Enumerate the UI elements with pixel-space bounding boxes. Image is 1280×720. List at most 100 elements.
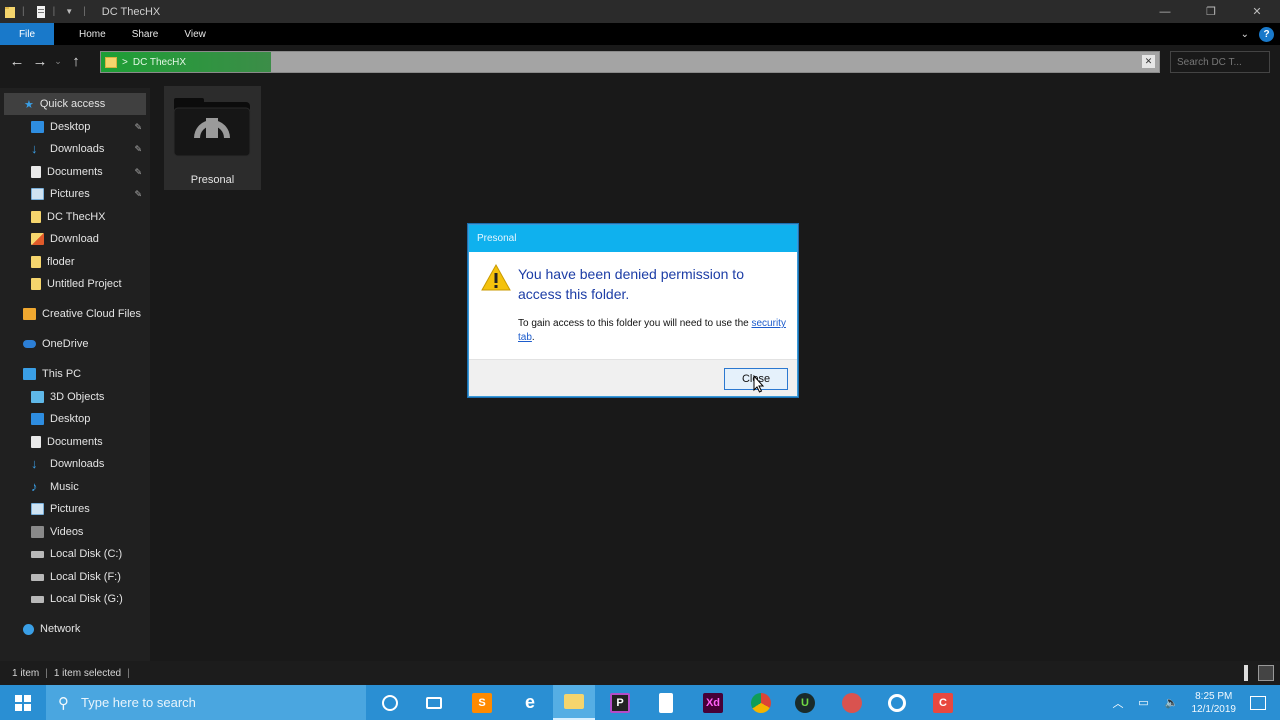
show-hidden-icons-icon[interactable]: ︿ xyxy=(1113,695,1124,711)
sidebar-item-label: Pictures xyxy=(50,503,90,515)
sidebar-item-download[interactable]: Download xyxy=(0,228,146,250)
task-view-icon[interactable] xyxy=(413,685,455,720)
sidebar-item-music[interactable]: ♪ Music xyxy=(0,476,146,498)
sidebar-item-desktop[interactable]: Desktop ✎ xyxy=(0,116,146,138)
item-count: 1 item xyxy=(12,667,40,679)
pin-icon[interactable]: ✎ xyxy=(134,122,142,133)
dialog-detail-text: To gain access to this folder you will n… xyxy=(518,318,749,329)
dialog-title: Presonal xyxy=(469,225,797,252)
upwork-icon[interactable]: U xyxy=(784,685,826,720)
sidebar-item-pc-desktop[interactable]: Desktop xyxy=(0,408,146,430)
sidebar-item-documents[interactable]: Documents ✎ xyxy=(0,161,146,183)
properties-icon[interactable] xyxy=(35,5,47,19)
sidebar-item-label: Desktop xyxy=(50,413,91,425)
back-button[interactable]: ← xyxy=(6,53,28,70)
camtasia-icon[interactable]: C xyxy=(922,685,964,720)
sidebar-item-3d-objects[interactable]: 3D Objects xyxy=(0,386,146,408)
desktop-icon xyxy=(31,413,44,425)
clock-time: 8:25 PM xyxy=(1195,690,1233,702)
sidebar-item-floder[interactable]: floder xyxy=(0,251,146,273)
forward-button[interactable]: → xyxy=(29,53,51,70)
tab-share[interactable]: Share xyxy=(119,23,172,45)
obs-icon[interactable] xyxy=(876,685,918,720)
taskbar-search-input[interactable]: ⚲ Type here to search xyxy=(46,685,366,720)
sidebar-item-pc-documents[interactable]: Documents xyxy=(0,431,146,453)
battery-icon[interactable]: ▭ xyxy=(1136,696,1152,710)
sidebar-item-videos[interactable]: Videos xyxy=(0,521,146,543)
drive-icon xyxy=(31,550,44,558)
sublime-text-icon[interactable]: S xyxy=(461,685,503,720)
sidebar-item-local-disk-f[interactable]: Local Disk (F:) xyxy=(0,566,146,588)
up-button[interactable]: ↑ xyxy=(65,53,87,70)
chrome-icon[interactable] xyxy=(740,685,782,720)
pin-icon[interactable]: ✎ xyxy=(134,189,142,200)
help-icon[interactable]: ? xyxy=(1259,26,1274,42)
edge-icon[interactable]: e xyxy=(509,685,551,720)
windows-icon xyxy=(15,694,31,711)
breadcrumb-current[interactable]: DC ThecHX xyxy=(133,57,186,68)
selected-count: 1 item selected xyxy=(53,667,122,679)
pin-icon[interactable]: ✎ xyxy=(134,144,142,155)
sidebar-item-pictures[interactable]: Pictures ✎ xyxy=(0,183,146,205)
sidebar-item-local-disk-c[interactable]: Local Disk (C:) xyxy=(0,543,146,565)
sidebar-item-downloads[interactable]: ↓ Downloads ✎ xyxy=(0,138,146,160)
minimize-button[interactable]: — xyxy=(1142,0,1188,23)
sidebar-item-label: Documents xyxy=(47,436,103,448)
volume-icon[interactable]: 🔈 xyxy=(1164,696,1180,710)
cortana-icon[interactable] xyxy=(369,685,411,720)
large-icons-view-button[interactable] xyxy=(1258,665,1274,681)
sidebar-item-onedrive[interactable]: OneDrive xyxy=(0,333,146,355)
customize-quick-access-icon[interactable]: ▼ xyxy=(65,7,73,16)
separator: | xyxy=(22,6,25,17)
deviantart-folder-icon xyxy=(173,98,251,157)
tab-home[interactable]: Home xyxy=(66,23,119,45)
document-icon xyxy=(31,166,41,178)
sidebar-item-pc-pictures[interactable]: Pictures xyxy=(0,498,146,520)
sidebar-item-label: Desktop xyxy=(50,121,91,133)
search-icon: ⚲ xyxy=(58,694,69,712)
sidebar-item-untitled-project[interactable]: Untitled Project xyxy=(0,273,146,295)
clock[interactable]: 8:25 PM 12/1/2019 xyxy=(1192,690,1237,716)
close-button[interactable]: ✕ xyxy=(1234,0,1280,23)
jetbrains-icon[interactable]: P xyxy=(599,685,641,720)
navigation-pane: ★ Quick access Desktop ✎ ↓ Downloads ✎ D… xyxy=(0,88,150,661)
cloud-icon xyxy=(23,340,36,348)
folder-icon xyxy=(31,256,41,268)
file-icon[interactable] xyxy=(645,685,687,720)
adobe-xd-icon[interactable]: Xd xyxy=(692,685,734,720)
sidebar-item-creative-cloud[interactable]: Creative Cloud Files xyxy=(0,303,146,325)
sidebar-item-label: Quick access xyxy=(39,98,106,110)
sidebar-item-network[interactable]: Network xyxy=(0,618,146,640)
folder-item[interactable]: Presonal xyxy=(164,86,261,190)
tab-view[interactable]: View xyxy=(171,23,219,45)
breadcrumb-separator: > xyxy=(122,56,128,68)
details-view-button[interactable] xyxy=(1244,665,1248,681)
tab-file[interactable]: File xyxy=(0,23,54,45)
sidebar-item-dc-thechx[interactable]: DC ThecHX xyxy=(0,206,146,228)
folder-icon xyxy=(105,56,117,68)
sidebar-item-quick-access[interactable]: ★ Quick access xyxy=(4,93,146,115)
ribbon-tabs: File Home Share View ⌄ ? xyxy=(0,23,1280,45)
chevron-down-icon[interactable]: ⌄ xyxy=(1241,29,1249,40)
maximize-button[interactable]: ❐ xyxy=(1188,0,1234,23)
sidebar-item-label: Downloads xyxy=(50,458,105,470)
folder-name: Presonal xyxy=(190,174,235,186)
notification-icon[interactable] xyxy=(1250,695,1266,710)
sidebar-item-label: 3D Objects xyxy=(50,391,105,403)
pin-icon[interactable]: ✎ xyxy=(134,167,142,178)
clock-date: 12/1/2019 xyxy=(1191,703,1237,715)
sidebar-item-pc-downloads[interactable]: ↓ Downloads xyxy=(0,453,146,475)
file-explorer-icon[interactable] xyxy=(553,685,595,720)
photos-icon[interactable] xyxy=(831,685,873,720)
sidebar-item-local-disk-g[interactable]: Local Disk (G:) xyxy=(0,588,146,610)
sidebar-item-label: Music xyxy=(50,481,79,493)
status-bar: 1 item | 1 item selected | xyxy=(0,661,1280,685)
dialog-detail-suffix: . xyxy=(531,332,535,343)
start-button[interactable] xyxy=(0,685,46,720)
recent-locations-button[interactable]: ⌄ xyxy=(51,56,65,67)
address-bar[interactable]: > DC ThecHX ✕ xyxy=(100,51,1160,73)
clear-address-button[interactable]: ✕ xyxy=(1142,55,1155,68)
sidebar-item-this-pc[interactable]: This PC xyxy=(0,363,146,385)
desktop-icon xyxy=(31,121,44,133)
search-input[interactable]: Search DC T... xyxy=(1170,51,1270,73)
